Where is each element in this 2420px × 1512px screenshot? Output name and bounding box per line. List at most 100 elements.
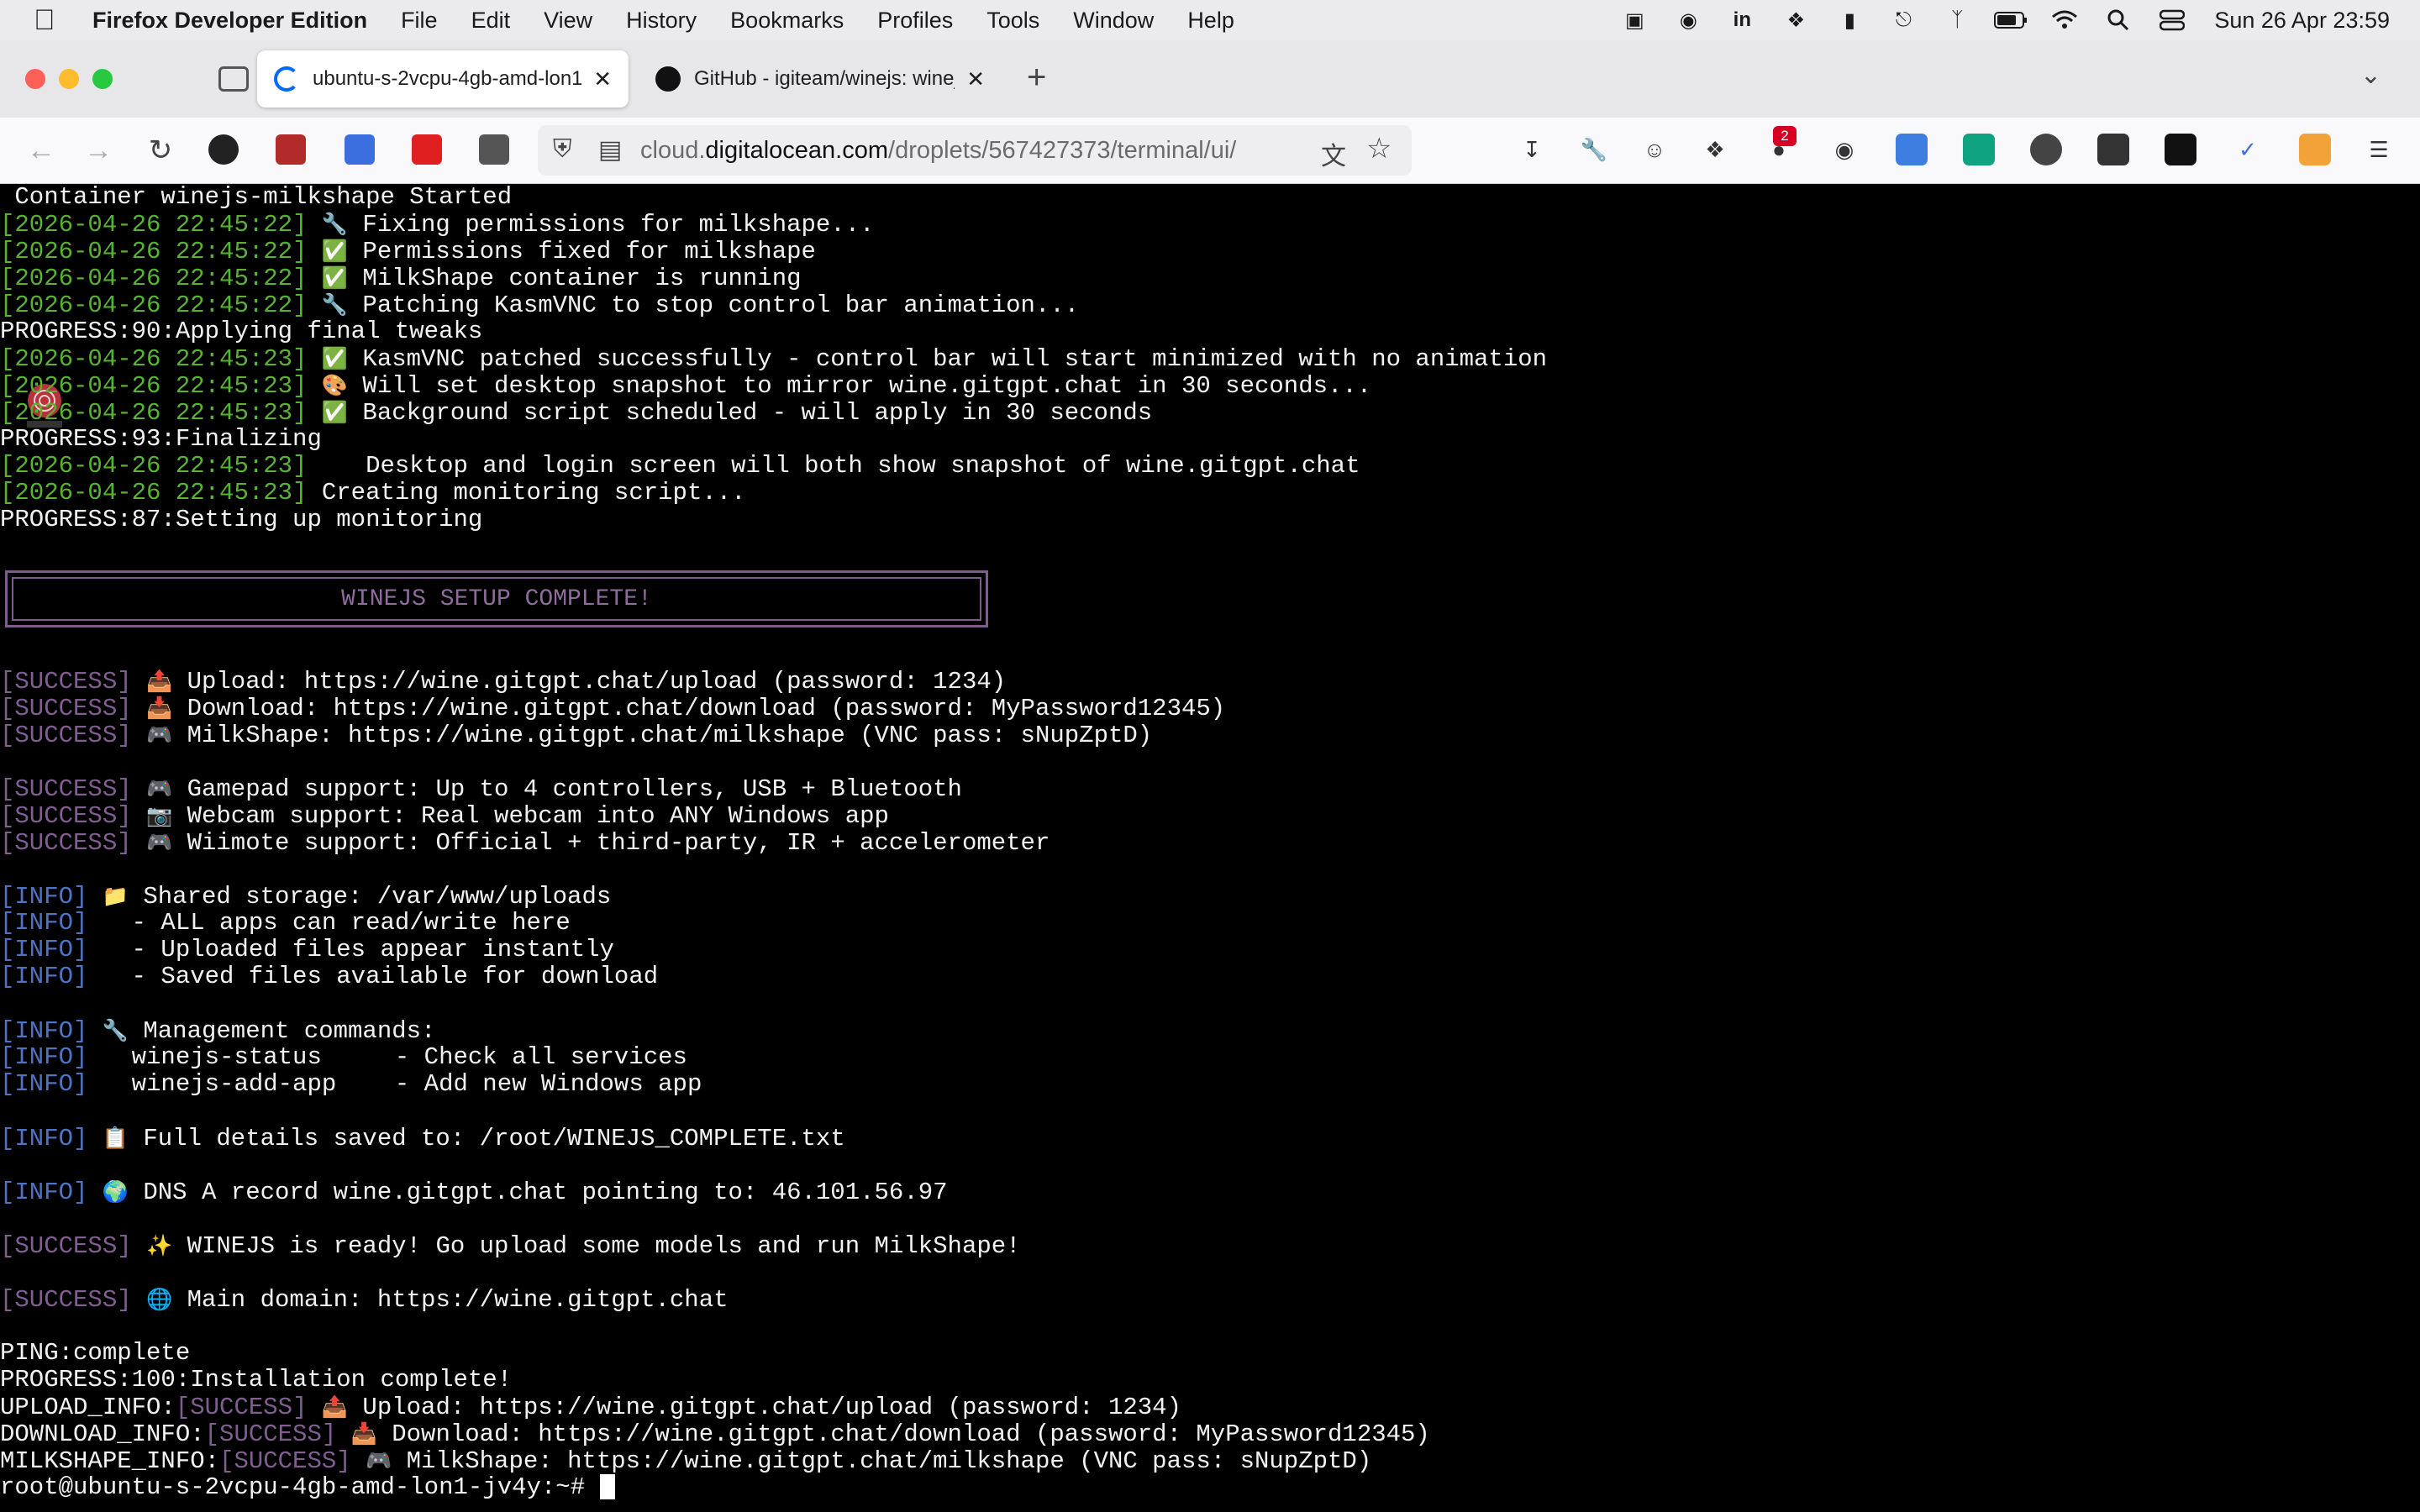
youtube-icon[interactable] [412,134,442,165]
bookmark-ribbon-icon[interactable] [2165,134,2196,165]
terminal-line: [SUCCESS] 📥 Download: https://wine.gitgp… [0,695,1225,722]
terminal-line: [INFO] 📋 Full details saved to: /root/WI… [0,1125,845,1152]
timestamp: [2026-04-26 22:45:22] [0,238,308,265]
menu-window[interactable]: Window [1073,8,1154,34]
menu-profiles[interactable]: Profiles [877,8,953,34]
address-bar[interactable]: ⛨ ▤ cloud.digitalocean.com/droplets/5674… [538,125,1412,176]
check-mark-icon: ✅ [321,265,349,290]
terminal-line: [SUCCESS] 🎮 MilkShape: https://wine.gitg… [0,722,1152,749]
success-tag: [SUCCESS] [0,1232,132,1260]
downloads-icon[interactable]: ↧ [1516,134,1548,165]
extension-icon-check[interactable]: ✓ [2232,134,2264,165]
menu-history[interactable]: History [626,8,697,34]
close-tab-icon[interactable]: ✕ [966,66,985,92]
control-center-icon[interactable] [2155,8,2189,33]
extension-icon-orange[interactable] [2299,134,2331,165]
app-name-menu[interactable]: Firefox Developer Edition [92,8,367,34]
battery-icon[interactable] [1994,8,2028,33]
info-tag: [INFO] [0,1125,88,1152]
menu-help[interactable]: Help [1187,8,1234,34]
terminal-line: [INFO] winejs-status - Check all service… [0,1044,687,1071]
apple-logo-icon[interactable]:  [34,4,84,37]
page-permissions-icon[interactable]: ▤ [598,135,622,165]
spotlight-search-icon[interactable] [2102,8,2135,33]
menu-bar-clock[interactable]: Sun 26 Apr 23:59 [2214,8,2390,34]
wifi-icon[interactable] [2048,8,2081,33]
minimize-window-button[interactable] [59,69,79,89]
close-window-button[interactable] [25,69,45,89]
log-text: Management commands: [128,1017,436,1045]
tools-icon[interactable]: ❖ [1779,8,1812,33]
bookmark-icon-2[interactable] [276,134,306,165]
progress-line: PROGRESS:93:Finalizing [0,425,322,453]
github-icon [655,66,681,92]
terminal-line: [2026-04-26 22:45:22] ✅ MilkShape contai… [0,265,802,292]
outbox-tray-icon: 📤 [321,1394,349,1419]
translate-icon[interactable]: 文 [1321,135,1346,172]
game-controller-icon: 🎮 [146,722,173,747]
log-text: Desktop and login screen will both show … [307,452,1360,480]
log-text: Download: https://wine.gitgpt.chat/downl… [376,1420,1430,1448]
zoom-window-button[interactable] [92,69,113,89]
extension-icon-dark[interactable] [2097,134,2129,165]
success-tag: [SUCCESS] [204,1420,337,1448]
window-controls [25,69,126,89]
log-text: Upload: https://wine.gitgpt.chat/upload … [172,668,1007,696]
setup-complete-banner: WINEJS SETUP COMPLETE! [5,570,988,627]
extension-icon-gray[interactable] [2030,134,2062,165]
linkedin-icon[interactable]: in [1725,8,1759,33]
menu-tools[interactable]: Tools [986,8,1039,34]
inbox-tray-icon: 📥 [146,696,173,720]
extensions-puzzle-icon[interactable]: ❖ [1699,134,1731,165]
tracking-protection-shield-icon[interactable]: ⛨ [553,135,572,164]
bookmark-icon-3[interactable] [345,134,375,165]
terminal-line: [SUCCESS] 🎮 Wiimote support: Official + … [0,829,1050,857]
log-text: Background script scheduled - will apply… [348,399,1153,427]
bluetooth-icon[interactable]: ᛉ [1940,8,1974,33]
terminal-line: [2026-04-26 22:45:23] ✅ Background scrip… [0,399,1153,427]
url-text[interactable]: cloud.digitalocean.com/droplets/56742737… [640,137,1236,165]
forward-arrow-icon[interactable]: → [81,133,116,168]
close-tab-icon[interactable]: ✕ [593,66,612,92]
tab-overview-icon[interactable] [218,66,249,92]
reload-icon[interactable]: ↻ [143,133,178,168]
menu-bookmarks[interactable]: Bookmarks [730,8,844,34]
menu-edit[interactable]: Edit [471,8,511,34]
log-text: winejs-add-app - Add new Windows app [87,1070,702,1098]
account-icon[interactable]: ☺ [1639,134,1670,165]
list-all-tabs-chevron-icon[interactable]: ⌄ [2360,60,2381,90]
hamburger-menu-icon[interactable]: ☰ [2363,134,2395,165]
ping-line: PING:complete [0,1339,191,1367]
terminal-line: [INFO] - Saved files available for downl… [0,963,658,990]
discord-icon[interactable]: ◉ [1671,8,1705,33]
terminal-line: Container winejs-milkshape Started [0,184,513,211]
log-text: Upload: https://wine.gitgpt.chat/upload … [348,1394,1181,1421]
bookmark-star-icon[interactable]: ☆ [1366,132,1392,165]
screen-mirroring-icon[interactable]: ▣ [1618,8,1651,33]
menu-view[interactable]: View [544,8,592,34]
new-tab-plus-icon[interactable]: + [1027,59,1046,97]
terminal-line: [SUCCESS] 🌐 Main domain: https://wine.gi… [0,1286,729,1314]
web-terminal[interactable]: Container winejs-milkshape Started [2026… [0,184,2420,1512]
log-text: MilkShape container is running [348,265,802,292]
screenshot-camera-icon[interactable]: ◉ [1828,134,1860,165]
chatgpt-icon[interactable] [1963,134,1995,165]
tab-digitalocean-terminal[interactable]: ubuntu-s-2vcpu-4gb-amd-lon1-jv4y ✕ [257,50,629,108]
info-tag: [INFO] [0,963,88,990]
macos-menu-bar:  Firefox Developer Edition File Edit Vi… [0,0,2420,40]
tab-github-winejs[interactable]: GitHub - igiteam/winejs: winejs - ✕ [639,50,1002,108]
bookmark-icon-1[interactable] [208,134,239,165]
shell-prompt-line[interactable]: root@ubuntu-s-2vcpu-4gb-amd-lon1-jv4y:~# [0,1474,615,1501]
bookmark-icon-5[interactable] [479,134,509,165]
airpods-icon[interactable]: ⎋ [1886,8,1920,33]
info-prefix: MILKSHAPE_INFO: [0,1447,220,1475]
clipboard-icon[interactable]: ▮ [1833,8,1866,33]
menu-file[interactable]: File [401,8,438,34]
back-arrow-icon[interactable]: ← [24,133,59,168]
extension-icon-blue[interactable] [1896,134,1928,165]
wrench-icon[interactable]: 🔧 [1578,134,1610,165]
tab-bar: ubuntu-s-2vcpu-4gb-amd-lon1-jv4y ✕ GitHu… [0,40,2420,118]
info-prefix: DOWNLOAD_INFO: [0,1420,205,1448]
outbox-tray-icon: 📤 [146,669,173,693]
navigation-toolbar: ← → ↻ ⛨ ▤ cloud.digitalocean.com/droplet… [0,118,2420,184]
